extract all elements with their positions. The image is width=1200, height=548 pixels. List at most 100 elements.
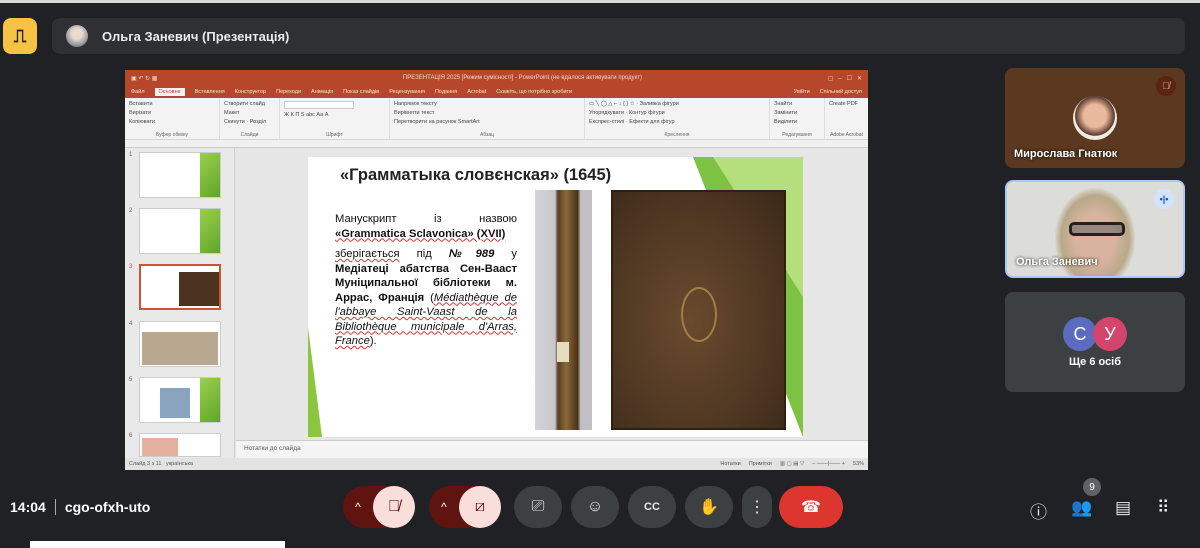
align-text-button[interactable]: Вирівняти текст	[394, 110, 580, 116]
slide-thumbnails-panel[interactable]: 1 2 3 4 5 6	[125, 148, 235, 458]
group-acrobat: Create PDF Adobe Acrobat	[825, 98, 868, 139]
copy-button[interactable]: Копіювати	[129, 119, 215, 125]
section-button[interactable]: Розділ	[250, 119, 266, 125]
companion-mode-door-icon[interactable]: ⎍	[3, 18, 37, 54]
quick-access-save-icon[interactable]: ▣ ↶ ↻ ▦	[131, 75, 157, 82]
camera-off-button[interactable]: ⧄	[459, 486, 501, 528]
audio-options-chevron-icon[interactable]: ^	[343, 500, 373, 514]
mic-off-button[interactable]: 🎙̸	[373, 486, 415, 528]
arrange-button[interactable]: Упорядкувати	[589, 110, 624, 116]
group-label: Шрифт	[326, 132, 343, 138]
slide-thumbnail-1[interactable]	[139, 152, 221, 198]
ppt-title-bar: ▣ ↶ ↻ ▦ ПРЕЗЕНТАЦІЯ 2025 [Режим суміснос…	[125, 70, 868, 86]
sign-in-link[interactable]: Увійти	[794, 89, 810, 95]
speaking-indicator-icon: •|•	[1154, 189, 1174, 209]
present-screen-button[interactable]: ⎚	[514, 486, 562, 528]
presentation-title: Ольга Заневич (Презентація)	[102, 28, 290, 44]
tab-slideshow[interactable]: Показ слайдів	[343, 89, 379, 95]
find-button[interactable]: Знайти	[774, 101, 820, 107]
book-cover-image	[611, 190, 786, 430]
tab-design[interactable]: Конструктор	[235, 89, 266, 95]
comments-button[interactable]: Примітки	[749, 461, 772, 467]
shape-outline-button[interactable]: Контур фігури	[629, 110, 665, 116]
new-slide-button[interactable]: Створити слайд	[224, 101, 275, 107]
chat-icon[interactable]: ▤	[1115, 498, 1131, 518]
notes-pane[interactable]: Нотатки до слайда	[236, 440, 868, 458]
group-label: Редагування	[782, 132, 812, 138]
tab-animations[interactable]: Анімація	[311, 89, 333, 95]
language-indicator: українська	[166, 461, 194, 467]
more-participants-label: Ще 6 осіб	[1068, 356, 1122, 368]
participant-avatar: У	[1093, 317, 1127, 351]
more-participants-tile[interactable]: С У Ще 6 осіб	[1005, 292, 1185, 392]
font-format-buttons[interactable]: Ж К П S abc Аа A	[284, 112, 385, 118]
participant-tile-speaking[interactable]: •|• Ольга Заневич	[1005, 180, 1185, 278]
group-label: Слайди	[240, 132, 259, 138]
smartart-button[interactable]: Перетворити на рисунок SmartArt	[394, 119, 580, 125]
group-drawing: ▭ ╲ ◯ △ ⌐ ↓ { } ☆ · Заливка фігури Упоря…	[585, 98, 770, 139]
zoom-level[interactable]: 53%	[853, 461, 864, 467]
text-run: №989	[448, 248, 495, 260]
create-pdf-button[interactable]: Create PDF	[829, 101, 864, 107]
ribbon-tabs: Файл Основне Вставлення Конструктор Пере…	[125, 86, 868, 98]
slide-thumbnail-5[interactable]	[139, 377, 221, 423]
text-run: Манускрипт із назвою	[335, 213, 517, 225]
meeting-code: cgo-ofxh-uto	[64, 499, 151, 515]
layout-button[interactable]: Макет	[224, 110, 275, 116]
text-direction-button[interactable]: Напрямок тексту	[394, 101, 580, 107]
shape-effects-button[interactable]: Ефекти для фігур	[629, 119, 674, 125]
select-button[interactable]: Виділити	[774, 119, 820, 125]
tell-me-search[interactable]: Скажіть, що потрібно зробити	[496, 89, 572, 95]
emoji-reaction-button[interactable]: ☺	[571, 486, 619, 528]
shapes-gallery[interactable]: ▭ ╲ ◯ △ ⌐ ↓ { } ☆	[589, 101, 635, 107]
shared-screen-powerpoint: ▣ ↶ ↻ ▦ ПРЕЗЕНТАЦІЯ 2025 [Режим суміснос…	[125, 70, 868, 470]
reset-button[interactable]: Скинути	[224, 119, 245, 125]
tab-view[interactable]: Подання	[435, 89, 457, 95]
presentation-title-bar: Ольга Заневич (Презентація)	[52, 18, 1185, 54]
replace-button[interactable]: Замінити	[774, 110, 820, 116]
view-buttons[interactable]: ▥ ▢ ▤ ▽	[780, 461, 804, 467]
slide-thumbnail-4[interactable]	[139, 321, 221, 367]
participant-name: Ольга Заневич	[1016, 256, 1098, 268]
top-edge	[0, 0, 1200, 3]
participant-tile[interactable]: 🎙̸ Мирослава Гнатюк	[1005, 68, 1185, 168]
shape-fill-button[interactable]: Заливка фігури	[640, 101, 679, 107]
slide-number: 4	[129, 321, 133, 327]
taskbar-fragment	[30, 541, 285, 548]
text-run: «Grammatica Sclavonica» (XVII)	[335, 227, 506, 240]
meeting-details-info-icon[interactable]: ⓘ	[1030, 498, 1047, 523]
book-spine-image	[535, 190, 592, 430]
current-slide[interactable]: «Грамматыка словєнская» (1645) Манускрип…	[308, 157, 803, 437]
mic-control: ^ 🎙̸	[343, 486, 415, 528]
mic-off-icon: 🎙̸	[1156, 76, 1176, 96]
notes-button[interactable]: Нотатки	[720, 461, 740, 467]
tab-insert[interactable]: Вставлення	[195, 89, 225, 95]
cut-button[interactable]: Вирізати	[129, 110, 215, 116]
slide-thumbnail-2[interactable]	[139, 208, 221, 254]
tab-review[interactable]: Рецензування	[389, 89, 425, 95]
raise-hand-button[interactable]: ✋	[685, 486, 733, 528]
captions-button[interactable]: CC	[628, 486, 676, 528]
paste-button[interactable]: Вставити	[129, 101, 215, 107]
text-run: (	[424, 291, 434, 304]
people-icon[interactable]: 👥	[1071, 498, 1092, 518]
more-options-button[interactable]: ⋮	[742, 486, 772, 528]
group-clipboard: Вставити Вирізати Копіювати Буфер обміну	[125, 98, 220, 139]
slide-thumbnail-6[interactable]	[139, 433, 221, 457]
participant-count-badge: 9	[1083, 478, 1101, 496]
tab-transitions[interactable]: Переходи	[276, 89, 301, 95]
activities-grid-icon[interactable]: ⠿	[1157, 498, 1169, 518]
tab-acrobat[interactable]: Acrobat	[467, 89, 486, 95]
group-paragraph: Напрямок тексту Вирівняти текст Перетвор…	[390, 98, 585, 139]
zoom-slider[interactable]: – ——|—— +	[812, 461, 845, 467]
quick-styles-button[interactable]: Експрес-стилі	[589, 119, 624, 125]
font-name-input[interactable]	[284, 101, 354, 109]
window-controls[interactable]: ▢ – ☐ ✕	[828, 75, 862, 82]
video-options-chevron-icon[interactable]: ^	[429, 500, 459, 514]
slide-number: 2	[129, 208, 133, 214]
tab-home[interactable]: Основне	[154, 88, 185, 96]
share-button[interactable]: Спільний доступ	[820, 89, 862, 95]
leave-call-button[interactable]: ☎	[779, 486, 843, 528]
slide-thumbnail-3[interactable]	[139, 264, 221, 310]
tab-file[interactable]: Файл	[131, 89, 145, 95]
